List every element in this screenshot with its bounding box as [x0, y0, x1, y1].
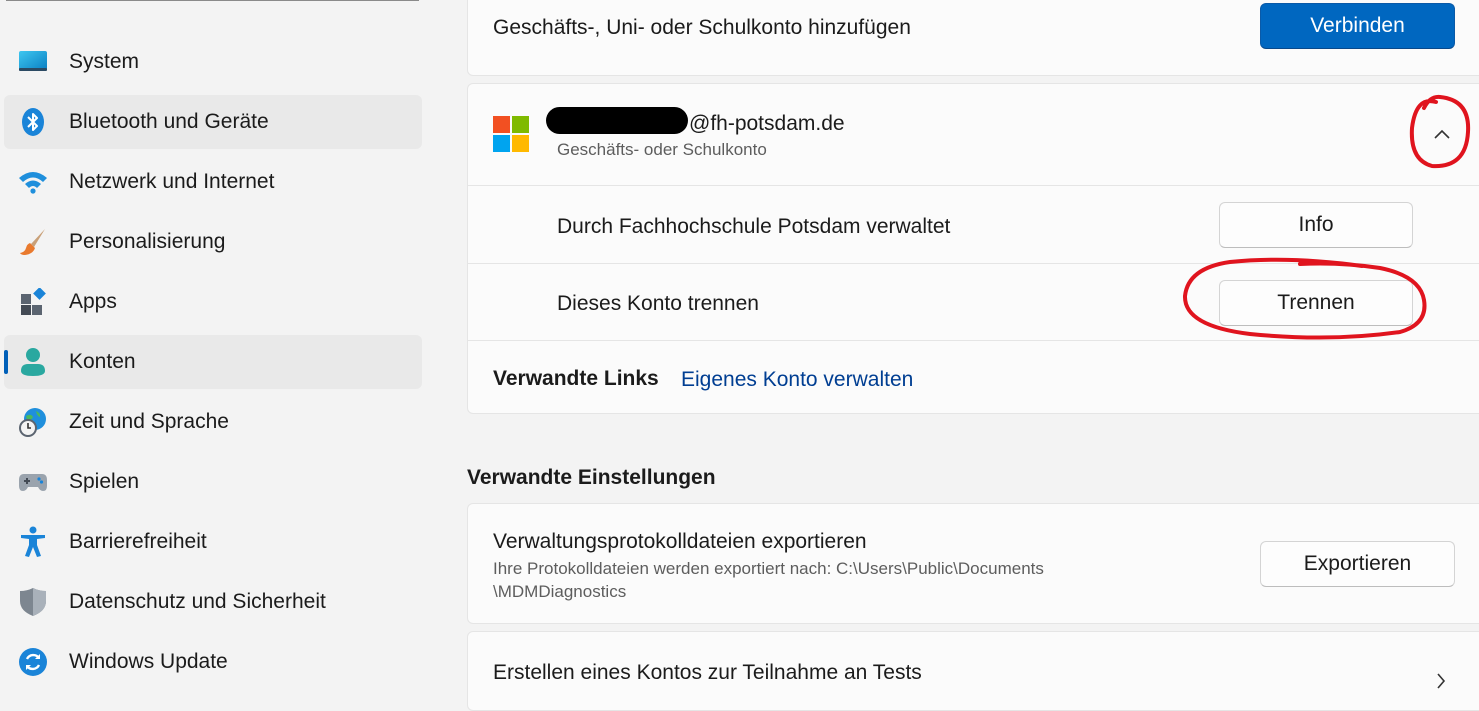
- sidebar-item-bluetooth[interactable]: Bluetooth und Geräte: [4, 95, 422, 149]
- redacted-email-part: [546, 107, 688, 134]
- account-email: @fh-potsdam.de: [689, 112, 845, 135]
- sync-icon: [18, 647, 48, 677]
- divider: [468, 263, 1479, 264]
- bluetooth-icon: [18, 107, 48, 137]
- sidebar-item-label: Personalisierung: [69, 230, 226, 253]
- export-logs-description: Ihre Protokolldateien werden exportiert …: [493, 559, 1044, 578]
- gamepad-icon: [18, 467, 48, 497]
- sidebar-item-label: System: [69, 50, 140, 73]
- shield-icon: [18, 587, 48, 617]
- sidebar-item-apps[interactable]: Apps: [4, 275, 422, 329]
- account-header[interactable]: @fh-potsdam.de Geschäfts- oder Schulkont…: [468, 84, 1479, 185]
- globe-clock-icon: [18, 407, 48, 437]
- sidebar-item-time[interactable]: Zeit und Sprache: [4, 395, 422, 449]
- test-account-label: Erstellen eines Kontos zur Teilnahme an …: [493, 661, 922, 684]
- wifi-icon: [18, 167, 48, 197]
- account-type: Geschäfts- oder Schulkonto: [557, 140, 767, 159]
- export-button[interactable]: Exportieren: [1260, 541, 1455, 587]
- disconnect-button[interactable]: Trennen: [1219, 280, 1413, 326]
- sidebar-item-accounts[interactable]: Konten: [4, 335, 422, 389]
- sidebar-item-personalization[interactable]: Personalisierung: [4, 215, 422, 269]
- sidebar-item-privacy[interactable]: Datenschutz und Sicherheit: [4, 575, 422, 629]
- managed-by-label: Durch Fachhochschule Potsdam verwaltet: [557, 215, 951, 238]
- accessibility-icon: [18, 526, 48, 557]
- connect-button[interactable]: Verbinden: [1260, 3, 1455, 49]
- sidebar-item-accessibility[interactable]: Barrierefreiheit: [4, 515, 422, 569]
- export-logs-card: Verwaltungsprotokolldateien exportieren …: [467, 503, 1479, 624]
- microsoft-logo-icon: [493, 116, 529, 152]
- sidebar-item-label: Apps: [69, 290, 117, 313]
- related-settings-title: Verwandte Einstellungen: [467, 466, 716, 489]
- divider: [468, 185, 1479, 186]
- export-logs-title: Verwaltungsprotokolldateien exportieren: [493, 530, 867, 553]
- sidebar-item-label: Netzwerk und Internet: [69, 170, 275, 193]
- related-links-label: Verwandte Links: [493, 367, 659, 390]
- apps-icon: [18, 287, 48, 317]
- connect-account-card: Geschäfts-, Uni- oder Schulkonto hinzufü…: [467, 0, 1479, 76]
- sidebar-item-label: Spielen: [69, 470, 140, 493]
- system-display-icon: [18, 47, 48, 77]
- info-button[interactable]: Info: [1219, 202, 1413, 248]
- person-icon: [18, 347, 48, 377]
- sidebar-item-label: Barrierefreiheit: [69, 530, 207, 553]
- sidebar-top-divider: [6, 0, 419, 1]
- sidebar-item-gaming[interactable]: Spielen: [4, 455, 422, 509]
- sidebar-item-label: Datenschutz und Sicherheit: [69, 590, 326, 613]
- manage-account-link[interactable]: Eigenes Konto verwalten: [681, 368, 913, 392]
- account-card: @fh-potsdam.de Geschäfts- oder Schulkont…: [467, 83, 1479, 414]
- chevron-up-icon[interactable]: [1430, 126, 1454, 142]
- sidebar-item-update[interactable]: Windows Update: [4, 635, 422, 689]
- sidebar-item-label: Konten: [69, 350, 136, 373]
- sidebar-item-network[interactable]: Netzwerk und Internet: [4, 155, 422, 209]
- sidebar-item-label: Bluetooth und Geräte: [69, 110, 269, 133]
- export-logs-description-path: \MDMDiagnostics: [493, 582, 627, 601]
- sidebar-item-label: Zeit und Sprache: [69, 410, 229, 433]
- divider: [468, 340, 1479, 341]
- sidebar-item-label: Windows Update: [69, 650, 228, 673]
- connect-account-label: Geschäfts-, Uni- oder Schulkonto hinzufü…: [493, 16, 911, 39]
- test-account-card[interactable]: Erstellen eines Kontos zur Teilnahme an …: [467, 631, 1479, 711]
- chevron-right-icon: [1434, 670, 1448, 692]
- paintbrush-icon: [18, 227, 48, 257]
- sidebar: System Bluetooth und Geräte Netzwerk und…: [0, 0, 430, 688]
- selection-indicator: [4, 350, 8, 374]
- disconnect-account-label: Dieses Konto trennen: [557, 292, 759, 315]
- sidebar-item-system[interactable]: System: [4, 35, 422, 89]
